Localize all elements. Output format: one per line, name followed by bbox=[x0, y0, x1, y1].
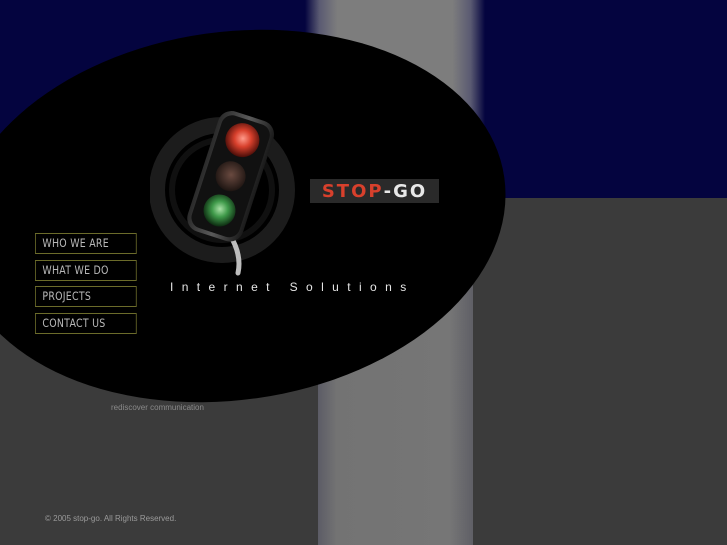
logo-go-text: GO bbox=[393, 180, 428, 202]
main-nav: WHO WE ARE WHAT WE DO PROJECTS CONTACT U… bbox=[35, 233, 137, 339]
nav-contact-us[interactable]: CONTACT US bbox=[35, 312, 137, 334]
traffic-light-icon bbox=[150, 111, 295, 276]
logo-stop-text: STOP bbox=[321, 180, 384, 202]
nav-who-we-are[interactable]: WHO WE ARE bbox=[35, 233, 137, 254]
copyright: © 2005 stop-go. All Rights Reserved. bbox=[45, 514, 177, 523]
tagline: Internet Solutions bbox=[170, 280, 415, 294]
slogan: rediscover communication bbox=[111, 403, 204, 412]
nav-projects[interactable]: PROJECTS bbox=[35, 286, 137, 307]
nav-what-we-do[interactable]: WHAT WE DO bbox=[35, 259, 137, 281]
logo-separator: - bbox=[383, 180, 394, 202]
stop-go-logo: STOP - GO bbox=[310, 179, 439, 203]
